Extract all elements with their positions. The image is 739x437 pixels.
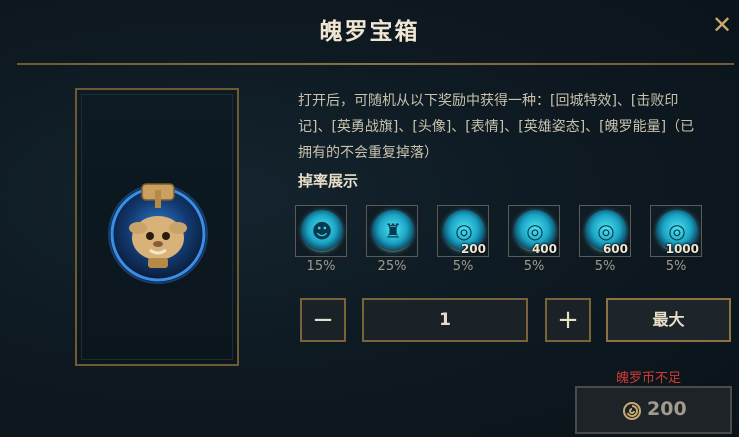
reward-glyph: ◎ — [597, 219, 615, 243]
reward-slot-5[interactable]: ◎ 600 — [579, 205, 631, 257]
reward-amount: 400 — [531, 242, 557, 256]
title-divider — [17, 63, 734, 65]
max-quantity-button[interactable]: 最大 — [606, 298, 731, 342]
drop-rate-title: 掉率展示 — [298, 172, 359, 190]
reward-glyph: ◎ — [526, 219, 544, 243]
increase-quantity-button[interactable]: + — [545, 298, 591, 342]
purchase-price: 200 — [647, 398, 687, 420]
chest-preview-panel — [75, 88, 239, 366]
reward-glyph: ◎ — [668, 219, 686, 243]
reward-rate: 5% — [665, 259, 687, 274]
reward-description: 打开后，可随机从以下奖励中获得一种：[回城特效]、[击败印记]、[英勇战旗]、[… — [298, 93, 695, 161]
poro-chest-orb-image — [108, 183, 208, 284]
insufficient-currency-warning: 魄罗币不足 — [616, 371, 682, 386]
reward-amount: 1000 — [665, 242, 699, 256]
decrease-quantity-button[interactable]: − — [300, 298, 346, 342]
purchase-button[interactable]: 200 — [575, 386, 732, 434]
reward-slot-4[interactable]: ◎ 400 — [508, 205, 560, 257]
reward-amount: 600 — [602, 242, 628, 256]
champion-pose-icon: ♜ — [372, 210, 414, 252]
dialog-title: 魄罗宝箱 — [319, 19, 420, 45]
reward-rate: 5% — [523, 259, 545, 274]
reward-slot-6[interactable]: ◎ 1000 — [650, 205, 702, 257]
reward-rate: 25% — [377, 259, 407, 274]
reward-rate: 5% — [594, 259, 616, 274]
reward-amount: 200 — [460, 242, 486, 256]
reward-glyph: ♜ — [384, 219, 402, 243]
close-icon[interactable]: ✕ — [711, 13, 733, 37]
reward-slot-3[interactable]: ◎ 200 — [437, 205, 489, 257]
reward-glyph: ◎ — [455, 219, 473, 243]
poro-coin-icon — [623, 402, 641, 420]
quantity-field[interactable]: 1 — [362, 298, 528, 342]
reward-slot-1[interactable]: ☻ — [295, 205, 347, 257]
reward-rate: 15% — [306, 259, 336, 274]
reward-slot-2[interactable]: ♜ — [366, 205, 418, 257]
reward-rate: 5% — [452, 259, 474, 274]
reward-glyph: ☻ — [311, 219, 333, 243]
emote-smile-icon: ☻ — [301, 210, 343, 252]
